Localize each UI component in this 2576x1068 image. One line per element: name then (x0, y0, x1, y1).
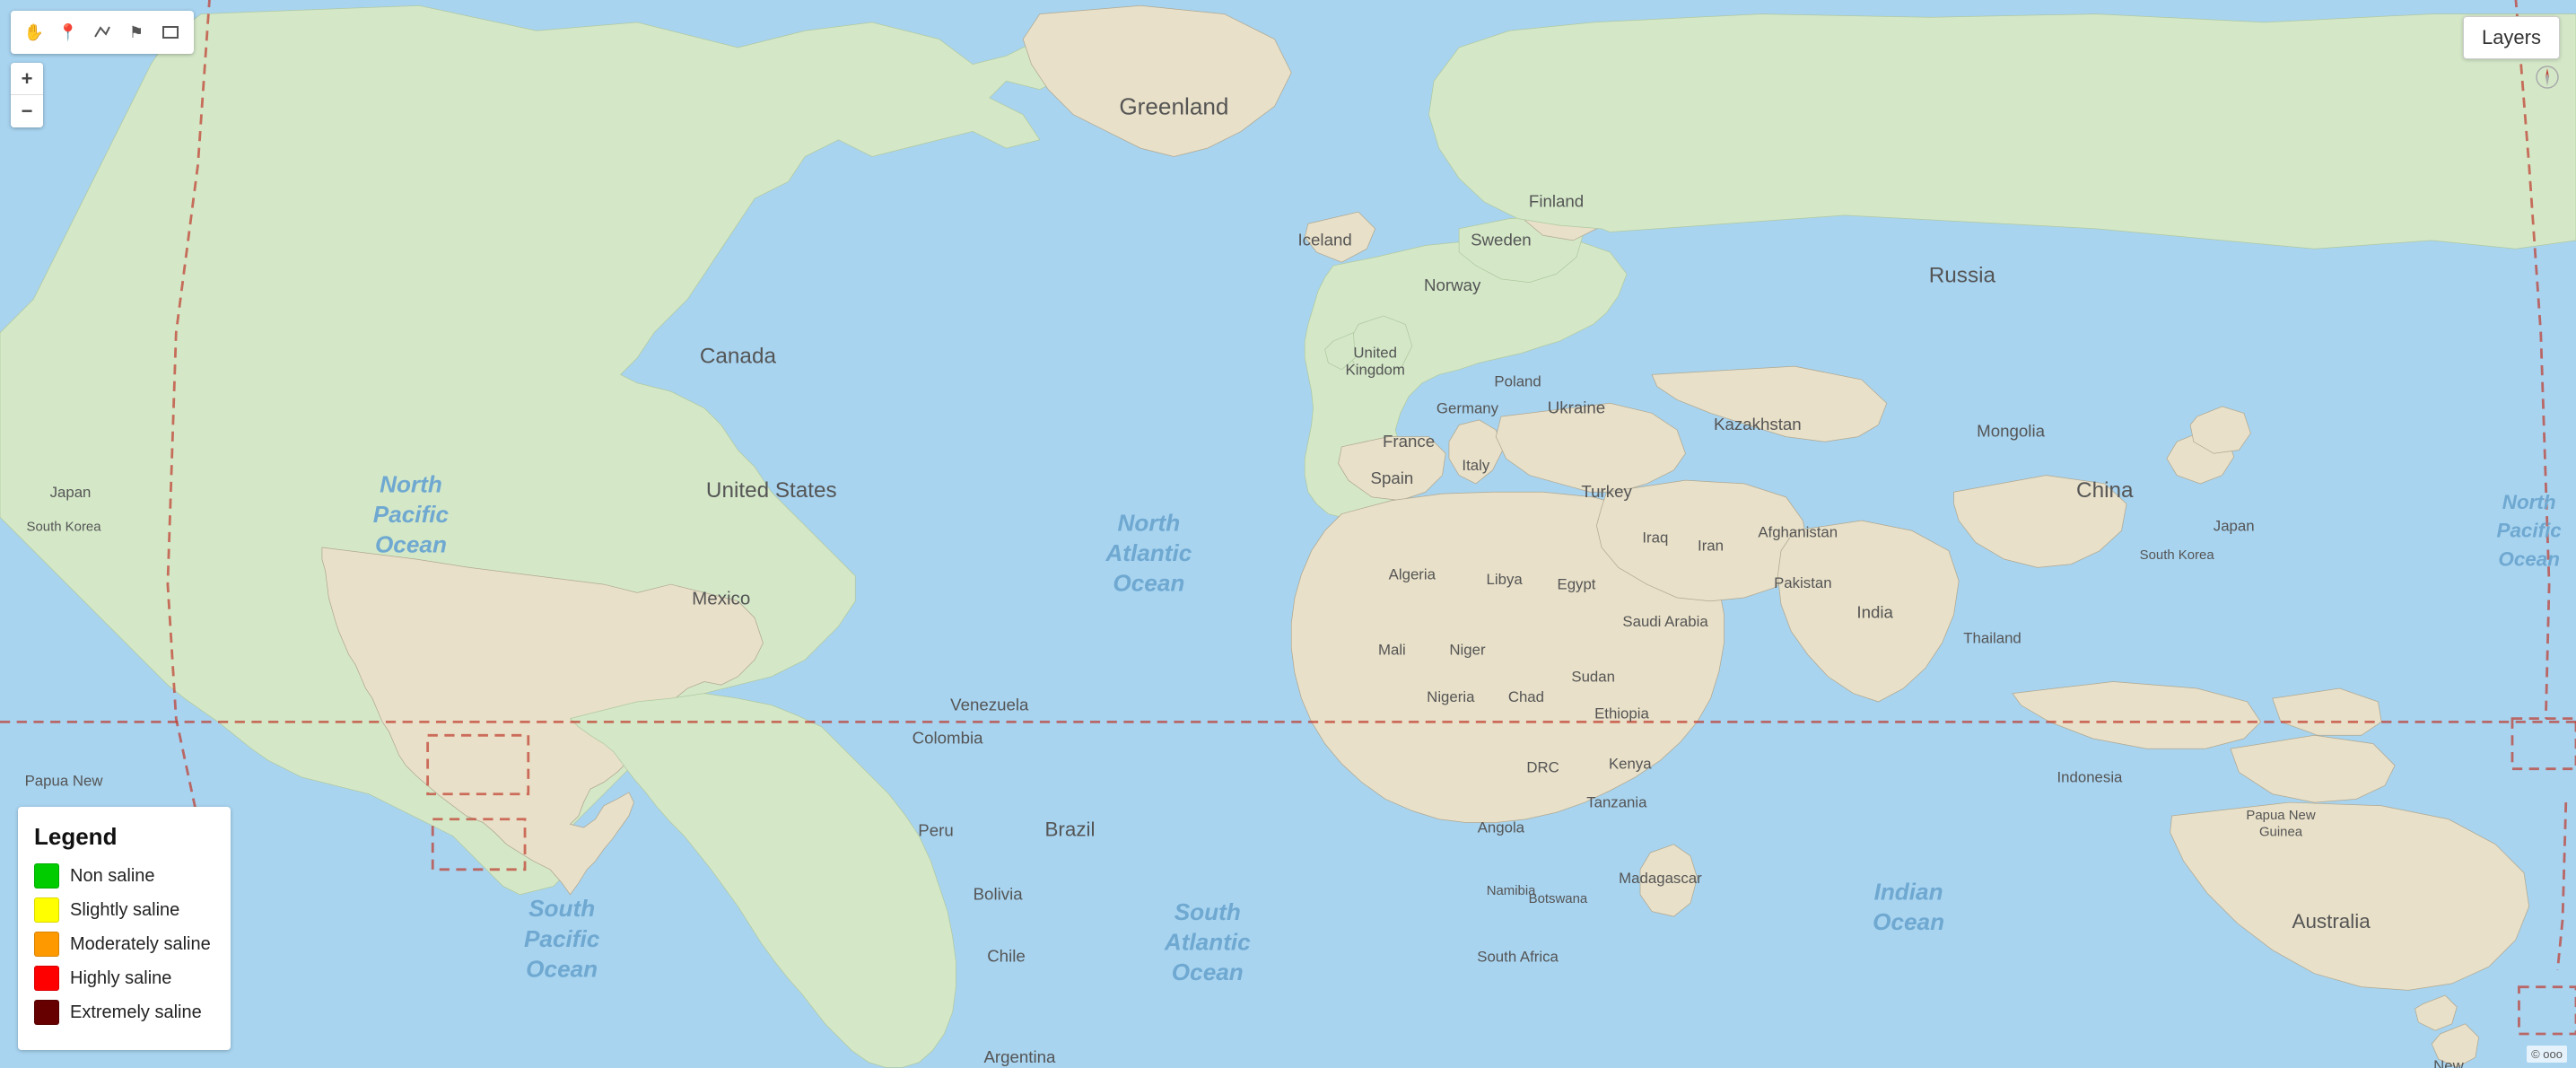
legend-title: Legend (34, 823, 211, 851)
legend-color-extremely (34, 1000, 59, 1025)
legend-item-extremely: Extremely saline (34, 1000, 211, 1025)
legend-label-highly: Highly saline (70, 968, 171, 989)
legend-panel: Legend Non saline Slightly saline Modera… (18, 807, 231, 1050)
compass-icon[interactable] (2535, 65, 2560, 95)
layers-button[interactable]: Layers (2463, 16, 2560, 59)
legend-color-highly (34, 966, 59, 991)
legend-item-non-saline: Non saline (34, 863, 211, 889)
rectangle-tool[interactable] (154, 16, 187, 48)
toolbar: ✋ 📍 ⚑ (11, 11, 194, 54)
polygon-tool[interactable]: ⚑ (120, 16, 153, 48)
map-container[interactable]: .land { fill: #e8e0c8; stroke: #b0a890; … (0, 0, 2576, 1068)
zoom-controls: + − (11, 63, 43, 127)
marker-tool[interactable]: 📍 (52, 16, 84, 48)
attribution: © ooo (2527, 1046, 2567, 1063)
zoom-out-button[interactable]: − (11, 95, 43, 127)
pan-tool[interactable]: ✋ (18, 16, 50, 48)
legend-item-highly: Highly saline (34, 966, 211, 991)
legend-label-extremely: Extremely saline (70, 1002, 202, 1023)
legend-item-moderately: Moderately saline (34, 932, 211, 957)
polyline-tool[interactable] (86, 16, 118, 48)
legend-label-slightly: Slightly saline (70, 900, 179, 921)
legend-color-non-saline (34, 863, 59, 889)
zoom-in-button[interactable]: + (11, 63, 43, 95)
legend-label-moderately: Moderately saline (70, 934, 211, 955)
legend-label-non-saline: Non saline (70, 866, 155, 887)
legend-color-slightly (34, 897, 59, 923)
legend-item-slightly: Slightly saline (34, 897, 211, 923)
legend-color-moderately (34, 932, 59, 957)
